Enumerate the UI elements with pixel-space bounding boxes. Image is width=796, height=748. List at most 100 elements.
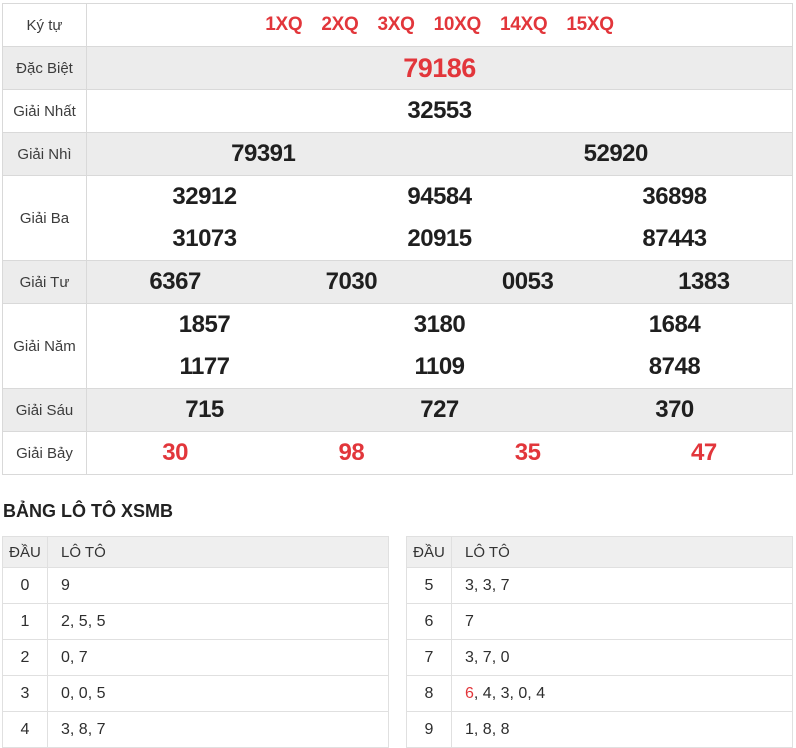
loto-row-0: 09 [2,567,389,604]
dau-cell: 5 [406,567,452,604]
prize-value: 1109 [414,353,465,380]
prize-row-giai-ba: Giải Ba 32912 94584 36898 31073 20915 87443 [3,176,792,261]
prize-label-giai-sau: Giải Sáu [3,389,87,431]
loto-row-8: 8 6, 4, 3, 0, 4 [406,675,793,712]
kytu-code: 1XQ [265,14,303,35]
loto-number: 3 [465,648,474,666]
prize-value: 79186 [403,52,476,83]
prize-row-dac-biet: Đặc Biệt 79186 [3,47,792,90]
col-header-loto: LÔ TÔ [451,536,793,568]
loto-separator: , [87,612,97,630]
loto-number: 2 [61,612,70,630]
loto-values-cell: 0, 0, 5 [47,675,389,712]
prize-value: 3180 [413,311,466,338]
loto-number: 0 [61,684,70,702]
prize-label-giai-bay: Giải Bảy [3,432,87,474]
dau-cell: 0 [2,567,48,604]
loto-number: 3 [482,576,492,594]
kytu-code: 10XQ [433,14,482,35]
prize-value: 20915 [407,225,472,252]
loto-number: 1 [465,720,474,738]
prize-value: 1177 [179,353,230,380]
dau-cell: 1 [2,603,48,640]
col-header-dau: ĐẦU [406,536,452,568]
loto-row-3: 3 0, 0, 5 [2,675,389,712]
loto-separator: , [491,684,501,702]
loto-values-cell: 3, 8, 7 [47,711,389,748]
prize-value: 7030 [325,268,378,295]
prize-value: 1857 [178,311,231,338]
loto-row-4: 4 3, 8, 7 [2,711,389,748]
loto-table-right: ĐẦU LÔ TÔ 5 3, 3, 7 6 7 7 3, 7, 0 8 6, 4, 3, 0,… [406,536,793,748]
loto-number: 9 [61,576,70,594]
prize-values-giai-nhat: 32553 [87,90,792,132]
prize-row-giai-nhi: Giải Nhì 79391 52920 [3,133,792,176]
loto-number: 8 [78,720,88,738]
loto-number: 4 [482,684,492,702]
prize-value: 715 [185,396,224,423]
col-header-dau: ĐẦU [2,536,48,568]
prize-row-giai-bay: Giải Bảy 30 98 35 47 [3,432,792,474]
loto-values-cell: 0, 7 [47,639,389,676]
prize-values-giai-bay: 30 98 35 47 [87,432,792,474]
prize-value: 30 [162,439,188,466]
loto-header-row: ĐẦU LÔ TÔ [2,536,389,568]
dau-cell: 6 [406,603,452,640]
loto-row-1: 1 2, 5, 5 [2,603,389,640]
loto-separator: , [491,576,501,594]
prize-value: 52920 [583,140,649,167]
prize-row-giai-nhat: Giải Nhất 32553 [3,90,792,133]
xsmb-results-page: Ký tự 1XQ 2XQ 3XQ 10XQ 14XQ 15XQ Đặc Biệt 79186 G… [0,0,796,748]
loto-row-7: 7 3, 7, 0 [406,639,793,676]
loto-row-9: 9 1, 8, 8 [406,711,793,748]
loto-number: 6 [465,684,474,702]
col-header-loto: LÔ TÔ [47,536,389,568]
loto-number: 3 [500,684,510,702]
prize-row-giai-nam: Giải Năm 1857 3180 1684 1177 1109 8748 [3,304,792,389]
kytu-code: 2XQ [321,14,359,35]
prize-value: 87443 [642,225,707,252]
prize-value: 8748 [648,353,701,380]
loto-separator: , [69,720,79,738]
dau-cell: 3 [2,675,48,712]
loto-separator: , [473,576,483,594]
prize-value: 47 [691,439,717,466]
loto-number: 7 [500,576,510,594]
prize-label-ky-tu: Ký tự [3,4,87,46]
loto-number: 5 [96,612,106,630]
loto-separator: , [87,684,97,702]
loto-separator: , [473,720,483,738]
prize-value: 31073 [172,225,237,252]
prize-row-giai-sau: Giải Sáu 715 727 370 [3,389,792,432]
loto-row-5: 5 3, 3, 7 [406,567,793,604]
dau-cell: 9 [406,711,452,748]
prize-value: 79391 [231,140,296,167]
loto-table-left-header: ĐẦU LÔ TÔ [2,536,389,568]
loto-row-2: 2 0, 7 [2,639,389,676]
loto-number: 7 [96,720,106,738]
prize-value: 6367 [149,268,201,295]
dau-cell: 2 [2,639,48,676]
prize-label-giai-ba: Giải Ba [3,176,87,260]
loto-separator: , [491,720,501,738]
loto-number: 8 [500,720,510,738]
loto-separator: , [69,612,79,630]
prize-values-giai-nam: 1857 3180 1684 1177 1109 8748 [87,304,792,388]
prize-value: 32553 [407,97,472,124]
dau-cell: 4 [2,711,48,748]
prize-label-giai-tu: Giải Tư [3,261,87,303]
loto-separator: , [527,684,537,702]
loto-number: 0 [78,684,88,702]
prize-value: 0053 [501,268,554,295]
kytu-code: 3XQ [377,14,415,35]
dau-cell: 7 [406,639,452,676]
loto-values-cell: 3, 3, 7 [451,567,793,604]
loto-header-row: ĐẦU LÔ TÔ [406,536,793,568]
loto-row-6: 67 [406,603,793,640]
loto-number: 3 [61,720,70,738]
loto-table-left: ĐẦU LÔ TÔ 0 9 1 2, 5, 5 2 0, 7 3 0, 0, 5 4 3, 8, … [2,536,389,748]
loto-number: 7 [482,648,492,666]
prize-value: 370 [655,396,694,423]
loto-separator: , [87,720,97,738]
prize-label-giai-nhat: Giải Nhất [3,90,87,132]
